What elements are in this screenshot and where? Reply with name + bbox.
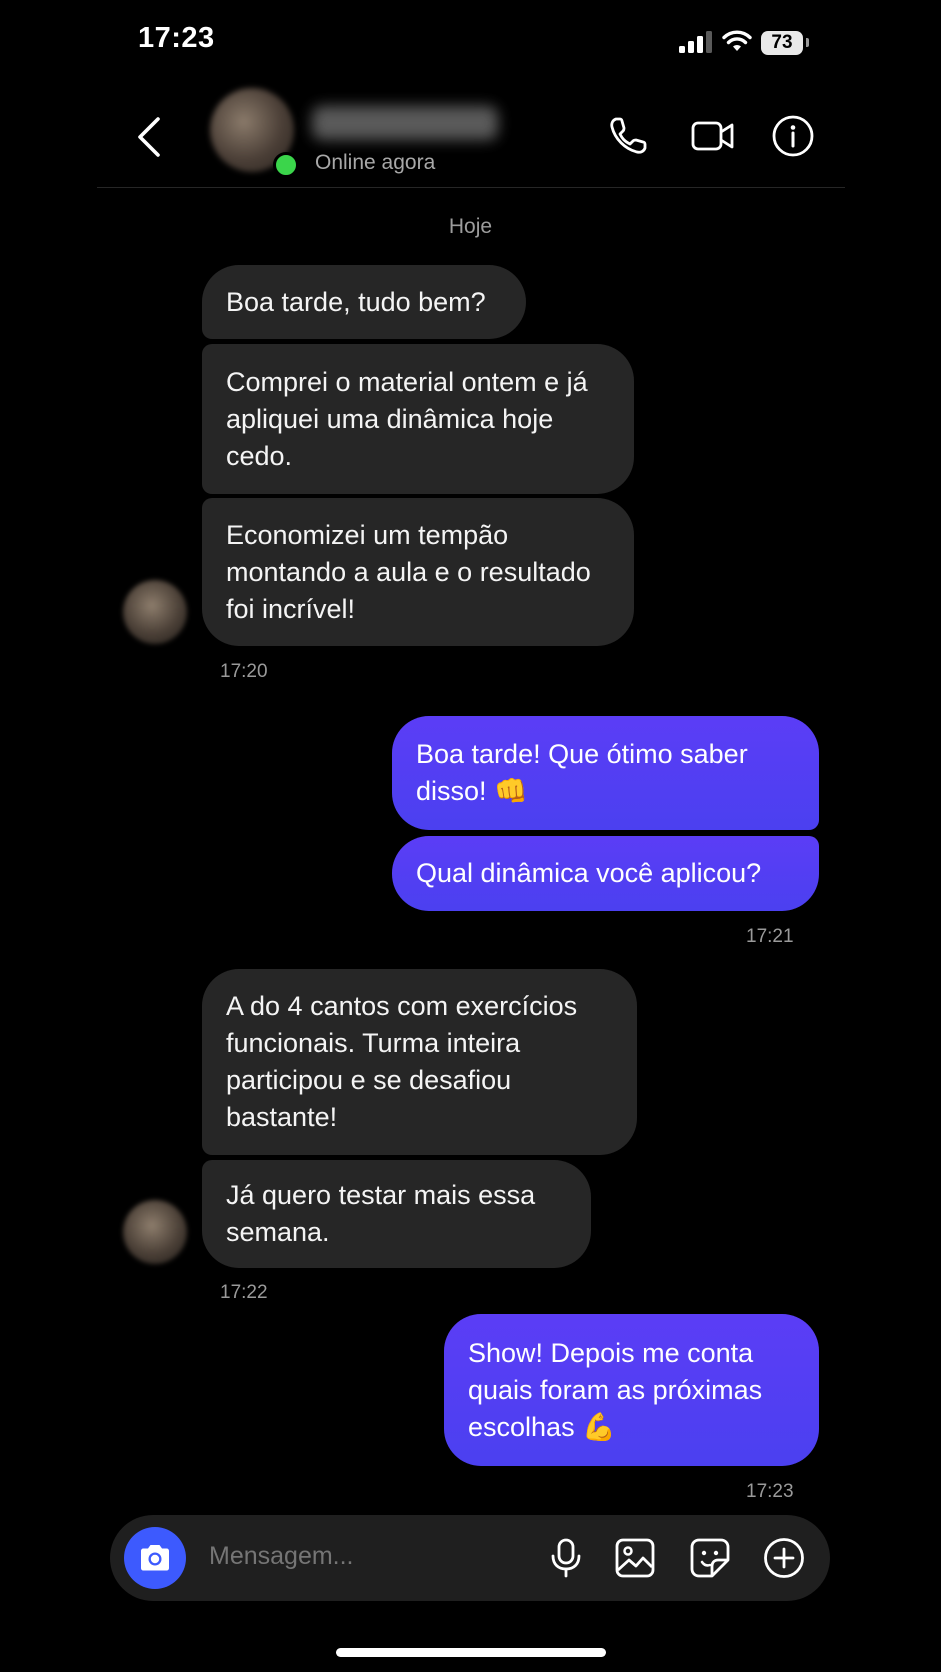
battery-level: 73 [771, 32, 793, 53]
message-bubble-outgoing[interactable]: Boa tarde! Que ótimo saber disso! 👊 [392, 716, 819, 830]
header-divider [97, 187, 845, 188]
battery-icon: 73 [761, 31, 803, 55]
message-text: Já quero testar mais essa semana. [226, 1180, 536, 1247]
video-icon[interactable] [691, 114, 735, 158]
home-indicator [336, 1648, 606, 1657]
camera-button[interactable] [124, 1527, 186, 1589]
message-bubble-incoming[interactable]: Boa tarde, tudo bem? [202, 265, 526, 339]
contact-status: Online agora [315, 151, 436, 174]
contact-name-blurred[interactable] [312, 106, 498, 140]
sender-avatar[interactable] [123, 1200, 187, 1264]
microphone-icon[interactable] [545, 1537, 587, 1579]
message-timestamp: 17:23 [746, 1481, 794, 1502]
online-indicator [273, 152, 299, 178]
message-timestamp: 17:20 [220, 661, 268, 682]
battery-tip [806, 38, 809, 47]
message-text: Show! Depois me conta quais foram as pró… [468, 1337, 763, 1442]
message-timestamp: 17:21 [746, 926, 794, 947]
signal-icon [679, 31, 712, 53]
message-text: Economizei um tempão montando a aula e o… [226, 519, 591, 624]
message-bubble-outgoing[interactable]: Qual dinâmica você aplicou? [392, 836, 819, 911]
phone-icon[interactable] [606, 114, 650, 158]
sticker-icon[interactable] [689, 1537, 731, 1579]
info-icon[interactable] [771, 114, 815, 158]
message-text: Boa tarde, tudo bem? [226, 286, 486, 317]
day-separator: Hoje [448, 215, 493, 238]
message-text: A do 4 cantos com exercícios funcionais.… [226, 991, 578, 1132]
back-chevron-icon[interactable] [134, 116, 164, 158]
message-text: Comprei o material ontem e já apliquei u… [226, 366, 588, 471]
message-input[interactable] [209, 1542, 509, 1571]
message-bubble-incoming[interactable]: A do 4 cantos com exercícios funcionais.… [202, 969, 637, 1155]
sender-avatar[interactable] [123, 580, 187, 644]
message-bubble-incoming[interactable]: Já quero testar mais essa semana. [202, 1160, 591, 1268]
message-bubble-incoming[interactable]: Comprei o material ontem e já apliquei u… [202, 344, 634, 494]
message-timestamp: 17:22 [220, 1282, 268, 1303]
message-bubble-outgoing[interactable]: Show! Depois me conta quais foram as pró… [444, 1314, 819, 1466]
plus-icon[interactable] [763, 1537, 805, 1579]
message-text: Qual dinâmica você aplicou? [416, 858, 762, 888]
camera-icon [141, 1545, 169, 1571]
message-bubble-incoming[interactable]: Economizei um tempão montando a aula e o… [202, 498, 634, 646]
gallery-icon[interactable] [614, 1537, 656, 1579]
wifi-icon [722, 30, 752, 51]
message-text: Boa tarde! Que ótimo saber disso! 👊 [416, 739, 748, 806]
status-time: 17:23 [138, 22, 215, 54]
